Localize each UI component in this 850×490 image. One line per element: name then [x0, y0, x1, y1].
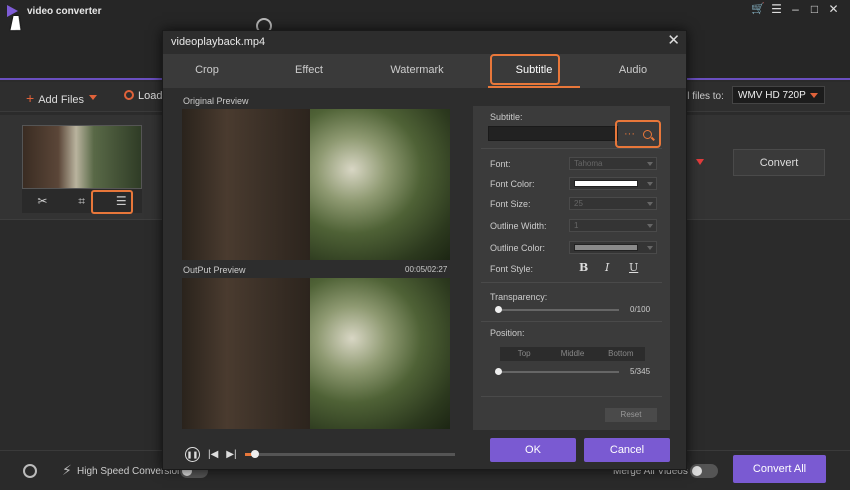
- transparency-slider[interactable]: [495, 306, 619, 313]
- divider: [481, 282, 662, 283]
- transparency-value: 0/100: [630, 305, 651, 314]
- video-thumbnail[interactable]: [22, 125, 142, 189]
- crop-icon[interactable]: ⌗: [78, 194, 85, 209]
- next-frame-icon[interactable]: ▶|: [226, 449, 236, 460]
- dialog-title: videoplayback.mp4: [171, 36, 266, 48]
- forest-region: [310, 109, 450, 260]
- chevron-down-icon: [647, 246, 653, 250]
- merge-toggle[interactable]: [690, 464, 718, 478]
- add-files-button[interactable]: + Add Files: [26, 90, 84, 106]
- pause-icon[interactable]: ❚❚: [185, 447, 200, 462]
- previous-frame-icon[interactable]: |◀: [208, 449, 218, 460]
- search-icon[interactable]: [643, 129, 652, 139]
- dialog-tabs: Crop Effect Watermark Subtitle Audio: [163, 54, 686, 88]
- edit-dialog: videoplayback.mp4 ✕ Crop Effect Watermar…: [162, 30, 687, 470]
- chevron-down-icon: [647, 202, 653, 206]
- tree-trunk-region: [182, 278, 310, 429]
- font-color-label: Font Color:: [490, 179, 535, 189]
- outline-color-label: Outline Color:: [490, 243, 546, 253]
- position-label: Position:: [490, 328, 525, 338]
- load-disc-icon: [124, 90, 134, 100]
- subtitle-buttons-highlight: ···: [615, 120, 661, 148]
- format-dropdown-icon[interactable]: [696, 159, 704, 165]
- position-value: 5/345: [630, 367, 651, 376]
- app-title: video converter: [27, 6, 102, 17]
- position-middle-button[interactable]: Middle: [548, 347, 596, 361]
- timecode: 00:05/02:27: [405, 265, 448, 274]
- seek-handle[interactable]: [251, 450, 259, 458]
- tab-effect[interactable]: Effect: [263, 54, 355, 88]
- position-bottom-button[interactable]: Bottom: [597, 347, 645, 361]
- more-options-icon[interactable]: ···: [624, 128, 635, 140]
- chevron-down-icon: [647, 182, 653, 186]
- outline-color-select[interactable]: [569, 241, 657, 254]
- chevron-down-icon: [647, 224, 653, 228]
- divider: [481, 396, 662, 397]
- tree-trunk-region: [182, 109, 310, 260]
- subtitle-label: Subtitle:: [490, 112, 523, 122]
- underline-button[interactable]: U: [629, 261, 638, 274]
- load-button[interactable]: Load: [124, 90, 162, 102]
- convert-all-files-label: ll files to:: [685, 91, 724, 102]
- bold-button[interactable]: B: [579, 261, 588, 274]
- plus-icon: +: [26, 90, 35, 106]
- tab-audio[interactable]: Audio: [587, 54, 679, 88]
- output-preview-video: [182, 278, 450, 429]
- font-style-label: Font Style:: [490, 264, 534, 274]
- close-window-icon[interactable]: ✕: [827, 3, 840, 16]
- italic-button[interactable]: I: [605, 261, 609, 274]
- forest-region: [310, 278, 450, 429]
- menu-icon[interactable]: ☰: [770, 3, 783, 16]
- window-controls: 🛒 ☰ – □ ✕: [751, 3, 840, 16]
- font-size-label: Font Size:: [490, 199, 531, 209]
- position-button-group: Top Middle Bottom: [500, 347, 645, 361]
- mouse-cursor-icon: [10, 16, 24, 30]
- font-label: Font:: [490, 159, 511, 169]
- original-preview-label: Original Preview: [183, 96, 249, 106]
- outline-width-select[interactable]: 1: [569, 219, 657, 232]
- output-format-select[interactable]: WMV HD 720P: [732, 86, 825, 104]
- lightning-icon: ⚡: [62, 462, 72, 478]
- position-slider[interactable]: [495, 368, 619, 375]
- tab-crop[interactable]: Crop: [163, 54, 251, 88]
- ok-button[interactable]: OK: [490, 438, 576, 462]
- cancel-button[interactable]: Cancel: [584, 438, 670, 462]
- chevron-down-icon: [810, 93, 818, 98]
- font-color-select[interactable]: [569, 177, 657, 190]
- subtitle-settings-panel: Subtitle: ··· Font: Tahoma Font Color: F…: [473, 106, 670, 430]
- convert-all-button[interactable]: Convert All: [733, 455, 826, 483]
- position-handle[interactable]: [495, 368, 502, 375]
- font-color-swatch: [574, 180, 638, 187]
- alarm-clock-icon[interactable]: [23, 464, 37, 478]
- outline-color-swatch: [574, 244, 638, 251]
- subtitle-file-input[interactable]: [488, 126, 618, 141]
- outline-width-label: Outline Width:: [490, 221, 547, 231]
- reset-button[interactable]: Reset: [605, 408, 657, 422]
- minimize-icon[interactable]: –: [789, 3, 802, 16]
- tab-watermark[interactable]: Watermark: [371, 54, 463, 88]
- scissors-icon[interactable]: ✂: [37, 194, 47, 208]
- close-icon[interactable]: ✕: [667, 33, 680, 49]
- transparency-handle[interactable]: [495, 306, 502, 313]
- original-preview-video: [182, 109, 450, 260]
- transparency-label: Transparency:: [490, 292, 548, 302]
- adjust-highlight-box: [91, 190, 133, 214]
- divider: [481, 148, 662, 149]
- font-size-select[interactable]: 25: [569, 197, 657, 210]
- maximize-icon[interactable]: □: [808, 3, 821, 16]
- output-preview-label: OutPut Preview: [183, 265, 246, 275]
- cart-icon[interactable]: 🛒: [751, 3, 765, 16]
- player-controls: ❚❚ |◀ ▶|: [185, 447, 237, 462]
- tab-subtitle[interactable]: Subtitle: [488, 54, 580, 88]
- font-select[interactable]: Tahoma: [569, 157, 657, 170]
- convert-button[interactable]: Convert: [733, 149, 825, 176]
- divider: [481, 321, 662, 322]
- seek-bar[interactable]: [245, 450, 455, 458]
- position-top-button[interactable]: Top: [500, 347, 548, 361]
- tab-highlight-box: [490, 54, 560, 85]
- add-files-dropdown-icon[interactable]: [89, 95, 97, 100]
- chevron-down-icon: [647, 162, 653, 166]
